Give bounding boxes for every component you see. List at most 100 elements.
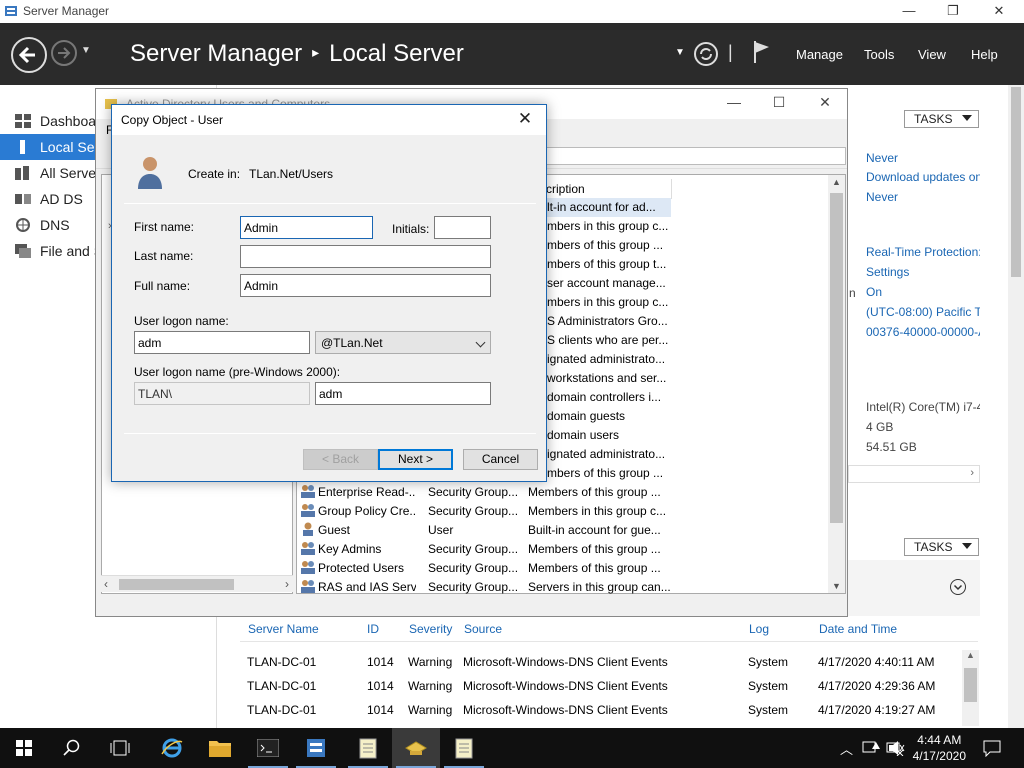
table-row[interactable]: Guest User Built-in account for gue... [300,521,672,540]
aduc-minimize-button[interactable]: — [711,94,757,110]
cancel-button[interactable]: Cancel [463,449,538,470]
back-button[interactable] [11,37,47,73]
events-vscrollbar[interactable]: ▲ [962,650,979,726]
property-last-checked[interactable]: Never [866,151,980,165]
aduc-maximize-button[interactable]: ☐ [756,94,802,111]
property-ie-esc[interactable]: On [866,285,980,299]
property-time-zone[interactable]: (UTC-08:00) Pacific Time [866,305,980,319]
property-last-installed[interactable]: Never [866,190,980,204]
property-feedback[interactable]: Settings [866,265,980,279]
list-item[interactable]: lt-in account for ad... [547,198,656,217]
list-item[interactable]: domain guests [547,407,625,426]
main-vscrollbar[interactable] [1008,85,1024,728]
list-item[interactable]: S clients who are per... [547,331,668,350]
taskbar-notepad-1[interactable] [344,728,392,768]
menu-tools[interactable]: Tools [864,47,894,62]
list-item[interactable]: ignated administrato... [547,445,665,464]
aduc-close-button[interactable]: ✕ [802,94,848,111]
list-item[interactable]: ser account manage... [547,274,666,293]
aduc-list-vscrollbar[interactable]: ▲ ▼ [828,175,845,593]
table-row[interactable]: Group Policy Cre... Security Group... Me… [300,502,672,521]
events-tasks-button[interactable]: TASKS [904,538,979,556]
cell-log: System [748,703,789,717]
menu-help[interactable]: Help [971,47,998,62]
scroll-left-icon[interactable]: ‹ [104,577,108,591]
action-center-warning-icon[interactable] [862,740,880,756]
properties-tasks-button[interactable]: TASKS [904,110,979,128]
col-severity[interactable]: Severity [409,622,452,636]
list-item[interactable]: domain controllers i... [547,388,661,407]
table-row[interactable]: Enterprise Read-... Security Group... Me… [300,483,672,502]
taskbar-cmd[interactable] [244,728,292,768]
search-button[interactable] [48,728,96,768]
refresh-icon[interactable] [693,41,719,67]
taskbar-notepad-2[interactable] [440,728,488,768]
active-directory-icon [405,741,427,755]
list-item[interactable]: mbers in this group c... [547,217,668,236]
task-view-button[interactable] [96,728,144,768]
taskbar-server-manager[interactable] [292,728,340,768]
start-button[interactable] [0,728,48,768]
scroll-right-icon[interactable]: › [970,467,974,479]
property-windows-update[interactable]: Download updates only [866,170,980,184]
list-item[interactable]: workstations and ser... [547,369,666,388]
scroll-thumb[interactable] [964,668,977,702]
notifications-icon[interactable] [983,739,1001,757]
property-defender[interactable]: Real-Time Protection: On [866,245,980,259]
col-date-time[interactable]: Date and Time [819,622,897,636]
initials-field[interactable] [434,216,491,239]
list-item[interactable]: mbers of this group ... [547,464,663,483]
clock[interactable]: 4:44 AM 4/17/2020 [913,732,966,764]
table-row[interactable]: RAS and IAS Serv... Security Group... Se… [300,578,672,597]
back-button[interactable]: < Back [303,449,378,470]
list-item[interactable]: mbers of this group ... [547,236,663,255]
full-name-field[interactable] [240,274,491,297]
next-button[interactable]: Next > [378,449,453,470]
breadcrumb-root[interactable]: Server Manager [130,40,302,67]
refresh-dropdown-icon[interactable]: ▼ [675,47,685,58]
history-dropdown-icon[interactable]: ▼ [81,45,91,56]
volume-muted-icon[interactable] [887,740,905,756]
notifications-flag-icon[interactable] [752,39,772,65]
taskbar-file-explorer[interactable] [196,728,244,768]
aduc-tree-hscrollbar[interactable]: ‹ › [101,575,293,592]
scroll-up-icon[interactable]: ▲ [966,650,975,660]
scroll-down-icon[interactable]: ▼ [832,581,841,591]
dialog-close-button[interactable]: ✕ [510,109,540,131]
menu-view[interactable]: View [918,47,946,62]
taskbar-ie[interactable] [148,728,196,768]
col-description[interactable]: cription [542,179,672,199]
cell-type: User [428,523,454,537]
list-item[interactable]: ignated administrato... [547,350,665,369]
pre2000-logon-field[interactable] [315,382,491,405]
property-product-id[interactable]: 00376-40000-00000-AA [866,325,980,339]
last-name-field[interactable] [240,245,491,268]
scroll-thumb[interactable] [1011,87,1021,277]
scroll-right-icon[interactable]: › [285,577,289,591]
expand-circle-icon[interactable] [949,578,967,596]
taskbar-aduc[interactable] [392,728,440,768]
close-button[interactable]: ✕ [976,0,1022,23]
table-row[interactable]: Key Admins Security Group... Members of … [300,540,672,559]
col-server-name[interactable]: Server Name [248,622,319,636]
scroll-up-icon[interactable]: ▲ [832,177,841,187]
upn-suffix-select[interactable]: @TLan.Net [315,331,491,354]
col-id[interactable]: ID [367,622,379,636]
scroll-thumb[interactable] [830,193,843,523]
restore-button[interactable]: ❐ [930,0,976,23]
logon-name-field[interactable] [134,331,310,354]
minimize-button[interactable]: — [886,0,932,23]
show-hidden-icons-chevron-icon[interactable]: ︿ [840,739,853,758]
menu-manage[interactable]: Manage [796,47,843,62]
list-item[interactable]: domain users [547,426,619,445]
col-log[interactable]: Log [749,622,769,636]
table-row[interactable]: Protected Users Security Group... Member… [300,559,672,578]
list-item[interactable]: S Administrators Gro... [547,312,668,331]
first-name-field[interactable] [240,216,373,239]
properties-hscrollbar[interactable]: › [848,465,980,483]
scroll-thumb[interactable] [119,579,234,590]
list-item[interactable]: mbers in this group c... [547,293,668,312]
col-source[interactable]: Source [464,622,502,636]
list-item[interactable]: mbers of this group t... [547,255,666,274]
forward-button[interactable] [51,40,77,66]
